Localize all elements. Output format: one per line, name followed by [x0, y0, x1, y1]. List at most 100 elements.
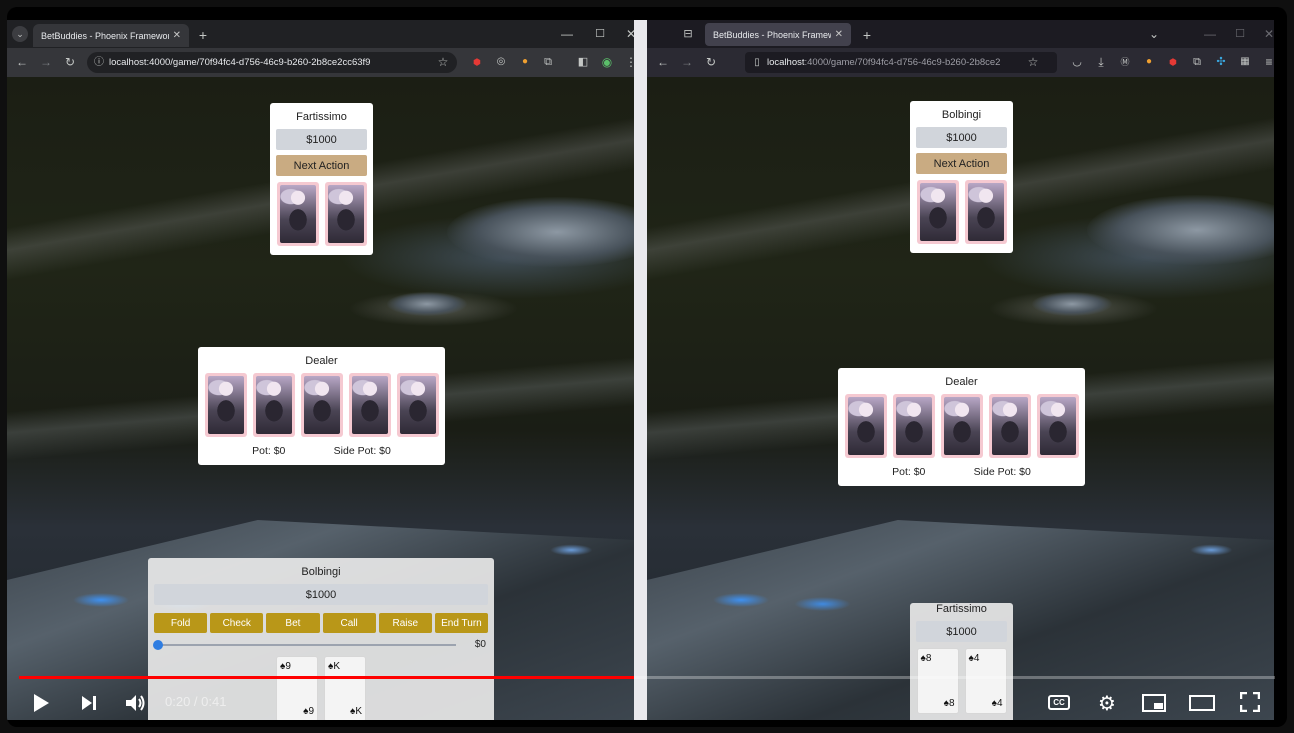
sidebar-icon[interactable]: ◧: [575, 54, 591, 70]
right-browser-window: ⊟ BetBuddies - Phoenix Framework ✕ + ⌄ —…: [647, 20, 1274, 720]
browser-toolbar: ← → ↻ ⓘ localhost:4000/game/70f94fc4-d75…: [7, 48, 634, 77]
bookmark-star-icon[interactable]: ☆: [435, 54, 451, 70]
close-window-icon[interactable]: ✕: [623, 26, 634, 42]
settings-gear-icon[interactable]: ⚙: [1095, 691, 1119, 715]
address-bar[interactable]: ▯ localhost:4000/game/70f94fc4-d756-46c9…: [745, 52, 1057, 73]
opponent-cards: [270, 182, 373, 246]
forward-icon[interactable]: →: [38, 54, 54, 70]
background-ship: [1087, 195, 1274, 265]
profile-avatar-icon[interactable]: ◉: [599, 54, 615, 70]
bet-slider[interactable]: [153, 639, 456, 650]
address-bar[interactable]: ⓘ localhost:4000/game/70f94fc4-d756-46c9…: [87, 52, 457, 73]
extensions-puzzle-icon[interactable]: ⧉: [1189, 54, 1205, 70]
video-player[interactable]: ⌄ BetBuddies - Phoenix Framework ✕ + — ☐…: [7, 7, 1287, 727]
bet-button[interactable]: Bet: [266, 613, 320, 633]
raise-button[interactable]: Raise: [378, 613, 432, 633]
menu-icon[interactable]: ⋮: [623, 54, 634, 70]
ublock-extension-icon[interactable]: ⬢: [1165, 54, 1181, 70]
side-pot-amount: Side Pot: $0: [973, 466, 1031, 478]
play-icon[interactable]: [29, 691, 53, 715]
fullscreen-icon[interactable]: [1239, 691, 1261, 713]
video-progress-bar[interactable]: [19, 676, 1275, 679]
pot-info: Pot: $0 Side Pot: $0: [838, 466, 1085, 478]
player-bankroll: $1000: [154, 584, 488, 605]
player-name: Fartissimo: [936, 603, 987, 615]
close-window-icon[interactable]: ✕: [1261, 26, 1274, 42]
tab-close-icon[interactable]: ✕: [835, 29, 843, 40]
card-back: [892, 394, 935, 458]
back-icon[interactable]: ←: [14, 54, 30, 70]
maximize-icon[interactable]: ☐: [1232, 26, 1248, 42]
card-back: [252, 373, 295, 437]
background-ship: [447, 197, 634, 267]
url-host: localhost: [767, 57, 805, 68]
card-back: [300, 373, 343, 437]
bet-slider-thumb[interactable]: [153, 639, 163, 650]
captions-icon[interactable]: CC: [1048, 695, 1070, 710]
downloads-icon[interactable]: ⤓: [1093, 54, 1109, 70]
card-back-art: [327, 185, 364, 243]
extension-icon[interactable]: ◎: [493, 54, 509, 70]
extension-icon[interactable]: ▦: [1237, 54, 1253, 70]
new-tab-icon[interactable]: +: [195, 27, 211, 43]
reload-icon[interactable]: ↻: [703, 54, 719, 70]
next-action-button[interactable]: Next Action: [276, 155, 367, 176]
account-icon[interactable]: Ⓜ: [1117, 54, 1133, 70]
fold-button[interactable]: Fold: [154, 613, 208, 633]
opponent-cards: [910, 180, 1013, 244]
volume-icon[interactable]: [123, 691, 149, 715]
pocket-icon[interactable]: ◡: [1069, 54, 1085, 70]
tab-close-icon[interactable]: ✕: [173, 30, 181, 41]
dealer-title: Dealer: [305, 355, 338, 367]
reload-icon[interactable]: ↻: [62, 54, 78, 70]
site-info-icon[interactable]: ⓘ: [91, 55, 107, 71]
card-rank-bottom: ♠4: [991, 698, 1003, 709]
hole-card: ♠4 ♠4: [964, 648, 1007, 714]
player-hand: ♠9 ♠9 ♠K ♠K: [148, 656, 494, 720]
forward-icon[interactable]: →: [679, 54, 695, 70]
card-rank-top: ♠8: [920, 653, 932, 664]
card-back-art: [399, 376, 436, 434]
ublock-extension-icon[interactable]: ⬢: [469, 54, 485, 70]
theater-mode-icon[interactable]: [1189, 693, 1215, 713]
tab-betbuddies[interactable]: BetBuddies - Phoenix Framework ✕: [705, 23, 851, 46]
video-time: 0:20 / 0:41: [165, 694, 227, 709]
extension-icon[interactable]: ●: [1141, 54, 1157, 70]
hole-card: ♠9 ♠9: [276, 656, 318, 720]
tab-betbuddies[interactable]: BetBuddies - Phoenix Framework ✕: [33, 24, 189, 47]
list-tabs-icon[interactable]: ⌄: [1146, 26, 1162, 42]
card-back: [844, 394, 887, 458]
next-video-icon[interactable]: [77, 691, 101, 715]
url-text: localhost:4000/game/70f94fc4-d756-46c9-b…: [109, 57, 371, 68]
extensions-puzzle-icon[interactable]: ⧉: [540, 54, 556, 70]
miniplayer-icon[interactable]: [1141, 693, 1167, 713]
browser-toolbar: ← → ↻ ⛉ ▯ localhost:4000/game/70f94fc4-d…: [647, 48, 1274, 77]
tab-overview-icon[interactable]: ⊟: [680, 26, 696, 42]
card-back-art: [303, 376, 340, 434]
minimize-icon[interactable]: —: [1202, 26, 1218, 42]
bet-slider-row: $0: [153, 639, 486, 650]
call-button[interactable]: Call: [322, 613, 376, 633]
extension-icon[interactable]: ●: [517, 54, 533, 70]
menu-icon[interactable]: ≡: [1261, 54, 1274, 70]
opponent-name: Fartissimo: [296, 111, 347, 123]
extension-icon[interactable]: ✣: [1213, 54, 1229, 70]
bet-amount: $0: [474, 639, 486, 650]
opponent-panel: Fartissimo $1000 Next Action: [270, 103, 373, 255]
side-pot-amount: Side Pot: $0: [333, 445, 391, 457]
url-path: :4000/game/70f94fc4-d756-46c9-b260-2b8ce…: [804, 57, 1001, 68]
back-icon[interactable]: ←: [655, 54, 671, 70]
minimize-icon[interactable]: —: [559, 26, 575, 42]
card-back: [276, 182, 319, 246]
card-back-art: [279, 185, 316, 243]
new-tab-icon[interactable]: +: [859, 27, 875, 43]
end-turn-button[interactable]: End Turn: [434, 613, 489, 633]
check-button[interactable]: Check: [210, 613, 264, 633]
card-back-art: [967, 183, 1004, 241]
hole-card: ♠8 ♠8: [916, 648, 959, 714]
next-action-button[interactable]: Next Action: [916, 153, 1007, 174]
pot-amount: Pot: $0: [252, 445, 286, 457]
tab-search-icon[interactable]: ⌄: [12, 26, 28, 42]
maximize-icon[interactable]: ☐: [592, 26, 608, 42]
bookmark-star-icon[interactable]: ☆: [1025, 54, 1041, 70]
